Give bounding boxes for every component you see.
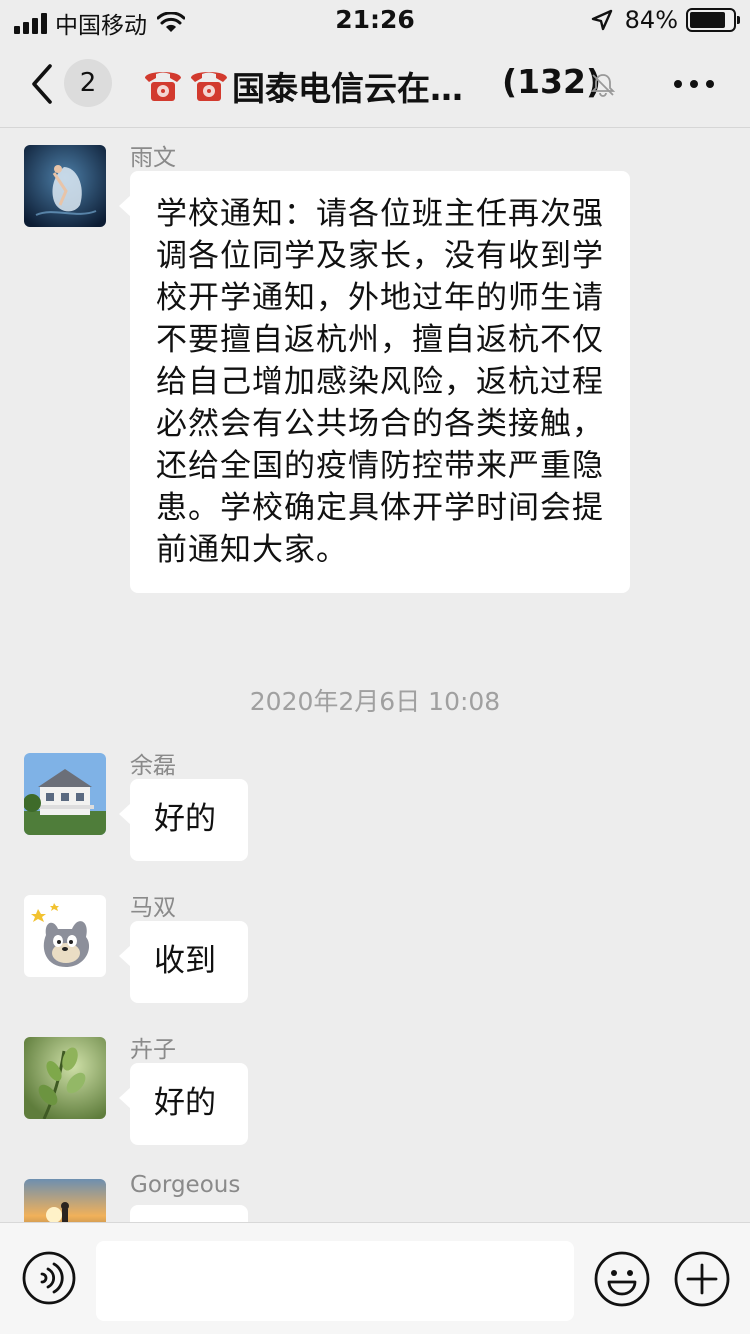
- plant-photo-avatar[interactable]: [24, 1037, 106, 1119]
- more-dots-icon[interactable]: [674, 80, 714, 90]
- chat-title[interactable]: 国泰电信云在…: [232, 62, 476, 110]
- unread-count-badge[interactable]: 2: [64, 59, 112, 107]
- sender-name: 余磊: [130, 753, 176, 779]
- bell-muted-icon: [590, 74, 616, 97]
- time-divider: 2020年2月6日 10:08: [249, 687, 501, 716]
- sender-name: 雨文: [130, 145, 176, 171]
- title-emoji-group: [142, 64, 230, 104]
- telephone-icon: [191, 72, 227, 101]
- plus-icon[interactable]: [674, 1251, 730, 1307]
- emoji-icon[interactable]: [594, 1251, 650, 1307]
- battery-icon: [686, 8, 740, 32]
- member-count: (132): [502, 62, 602, 101]
- telephone-icon: [145, 72, 181, 101]
- message-bubble[interactable]: 收到: [119, 921, 248, 1003]
- back-chevron-icon[interactable]: [24, 60, 60, 108]
- message-bubble[interactable]: 好的: [119, 779, 248, 861]
- nav-bar: 2 国泰电信云在… (132): [0, 40, 750, 128]
- sender-name: 卉子: [130, 1037, 176, 1063]
- message-bubble[interactable]: 好的: [119, 1063, 248, 1145]
- chat-screen: 中国移动 21:26 84% 2 国泰电信云在… (132) 雨文 学校通知：请…: [0, 0, 750, 1334]
- house-photo-avatar[interactable]: [24, 753, 106, 835]
- input-bar: [0, 1222, 750, 1334]
- message-input[interactable]: [96, 1241, 574, 1321]
- sender-name: Gorgeous: [130, 1172, 241, 1198]
- status-bar: 中国移动 21:26 84%: [0, 0, 750, 40]
- cartoon-cat-avatar[interactable]: [24, 895, 106, 977]
- battery-fill: [690, 12, 726, 28]
- sender-name: 马双: [130, 895, 176, 921]
- message-bubble[interactable]: 学校通知：请各位班主任再次强调各位同学及家长，没有收到学校开学通知，外地过年的师…: [119, 171, 630, 593]
- location-arrow-icon: [591, 9, 612, 31]
- voice-icon[interactable]: [22, 1251, 76, 1305]
- dancer-photo-avatar[interactable]: [24, 145, 106, 227]
- battery-percent: 84%: [624, 6, 678, 34]
- status-right: 84%: [591, 6, 740, 34]
